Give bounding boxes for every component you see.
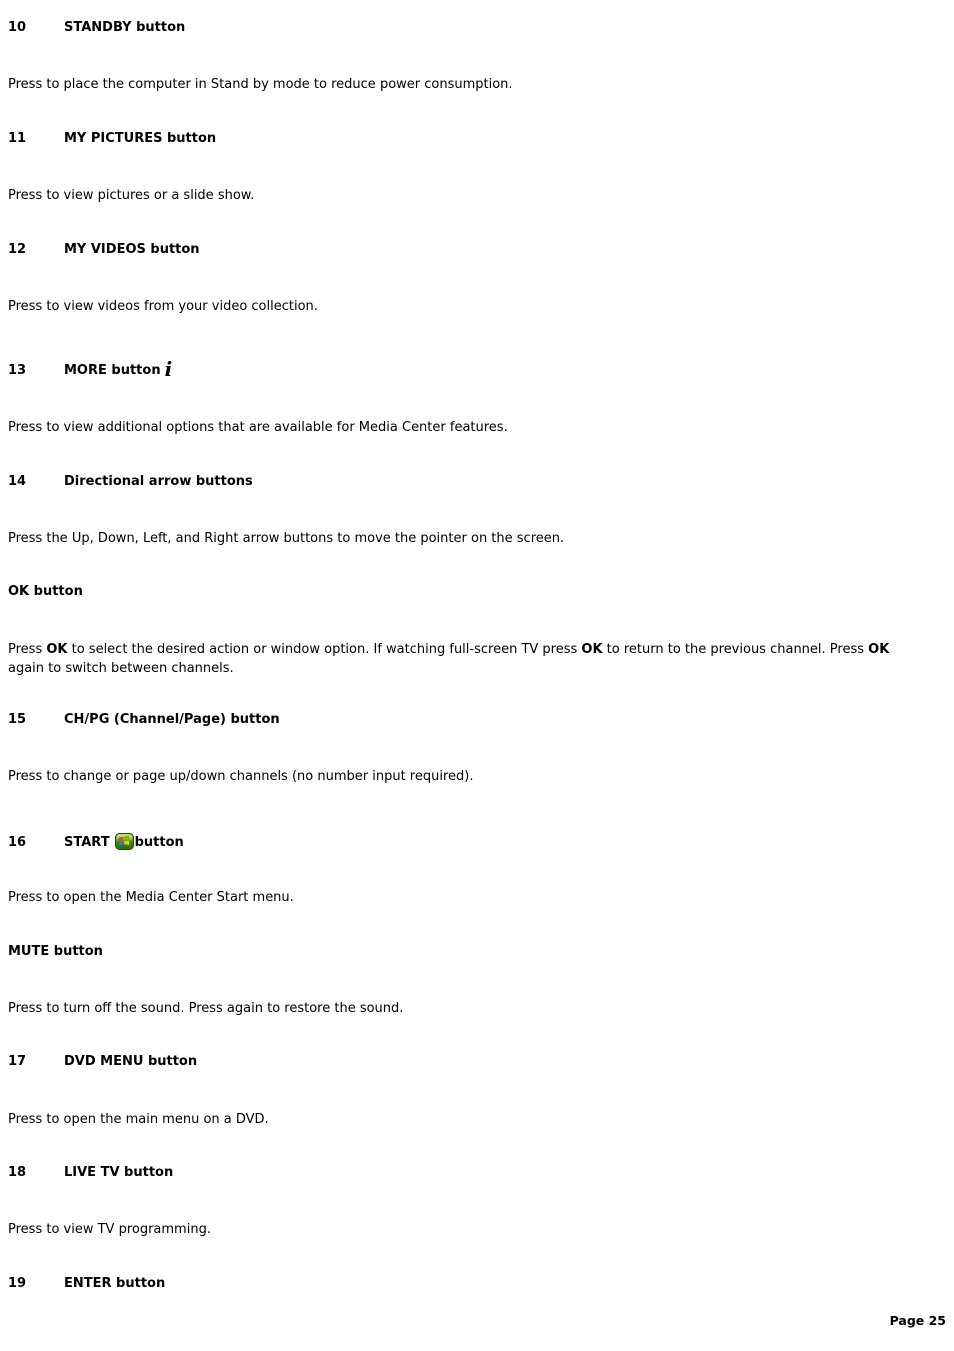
ok-body-bold1: OK	[46, 642, 68, 657]
heading-mute: MUTE button	[8, 944, 103, 959]
body-my-videos: Press to view videos from your video col…	[8, 299, 318, 314]
entry-enter: 19 ENTER button	[8, 1276, 165, 1291]
entry-label-after-icon: button	[134, 835, 184, 850]
ok-body-bold2: OK	[581, 642, 603, 657]
ok-body-bold3: OK	[868, 642, 890, 657]
entry-my-videos: 12 MY VIDEOS button	[8, 242, 200, 257]
heading-ok: OK button	[8, 584, 83, 599]
entry-chpg: 15 CH/PG (Channel/Page) button	[8, 712, 280, 727]
entry-live-tv: 18 LIVE TV button	[8, 1165, 173, 1180]
document-page: 10 STANDBY button Press to place the comp…	[0, 0, 954, 1351]
body-directional-arrows: Press the Up, Down, Left, and Right arro…	[8, 531, 565, 546]
entry-label: OK button	[8, 584, 83, 599]
entry-mute: MUTE button	[8, 944, 103, 959]
entry-label: MY PICTURES button	[64, 131, 217, 146]
entry-more: 13 MORE button i	[8, 359, 172, 379]
entry-standby: 10 STANDBY button	[8, 20, 185, 35]
body-my-pictures: Press to view pictures or a slide show.	[8, 188, 255, 203]
heading-my-videos: 12 MY VIDEOS button	[8, 242, 200, 257]
entry-number: 13	[8, 363, 27, 378]
entry-start: 16 START button	[8, 832, 184, 851]
heading-start: 16 START button	[8, 832, 184, 851]
entry-label-before-icon: START	[64, 835, 110, 850]
heading-live-tv: 18 LIVE TV button	[8, 1165, 173, 1180]
body-chpg: Press to change or page up/down channels…	[8, 769, 474, 784]
entry-number: 18	[8, 1165, 27, 1180]
entry-label: MUTE button	[8, 944, 103, 959]
heading-more: 13 MORE button i	[8, 359, 172, 379]
body-start: Press to open the Media Center Start men…	[8, 890, 294, 905]
ok-body-part2: to select the desired action or window o…	[67, 642, 582, 657]
entry-label: MORE button	[64, 363, 161, 378]
heading-enter: 19 ENTER button	[8, 1276, 165, 1291]
entry-label: Directional arrow buttons	[64, 474, 253, 489]
entry-number: 19	[8, 1276, 27, 1291]
entry-number: 12	[8, 242, 27, 257]
body-dvd-menu: Press to open the main menu on a DVD.	[8, 1112, 269, 1127]
entry-label: CH/PG (Channel/Page) button	[64, 712, 280, 727]
entry-label: STANDBY button	[64, 20, 186, 35]
heading-directional-arrows: 14 Directional arrow buttons	[8, 474, 253, 489]
entry-ok: OK button	[8, 584, 83, 599]
entry-label: ENTER button	[64, 1276, 166, 1291]
media-center-start-icon	[114, 832, 134, 851]
entry-number: 15	[8, 712, 27, 727]
heading-standby: 10 STANDBY button	[8, 20, 185, 35]
more-info-i-icon: i	[164, 357, 173, 381]
body-mute: Press to turn off the sound. Press again…	[8, 1001, 404, 1016]
entry-dvd-menu: 17 DVD MENU button	[8, 1054, 197, 1069]
heading-chpg: 15 CH/PG (Channel/Page) button	[8, 712, 280, 727]
body-more: Press to view additional options that ar…	[8, 420, 508, 435]
entry-label: LIVE TV button	[64, 1165, 174, 1180]
ok-body-part1: Press	[8, 642, 47, 657]
entry-number: 11	[8, 131, 27, 146]
page-footer: Page 25	[889, 1313, 946, 1328]
entry-label: DVD MENU button	[64, 1054, 198, 1069]
heading-my-pictures: 11 MY PICTURES button	[8, 131, 216, 146]
body-standby: Press to place the computer in Stand by …	[8, 77, 513, 92]
ok-body-part3: to return to the previous channel. Press	[602, 642, 869, 657]
entry-number: 14	[8, 474, 27, 489]
entry-number: 17	[8, 1054, 27, 1069]
entry-number: 16	[8, 835, 27, 850]
entry-label: MY VIDEOS button	[64, 242, 200, 257]
entry-number: 10	[8, 20, 27, 35]
entry-my-pictures: 11 MY PICTURES button	[8, 131, 216, 146]
body-ok: Press OK to select the desired action or…	[8, 640, 896, 678]
heading-dvd-menu: 17 DVD MENU button	[8, 1054, 197, 1069]
ok-body-part4: again to switch between channels.	[8, 661, 234, 676]
entry-directional-arrows: 14 Directional arrow buttons	[8, 474, 253, 489]
body-live-tv: Press to view TV programming.	[8, 1222, 211, 1237]
